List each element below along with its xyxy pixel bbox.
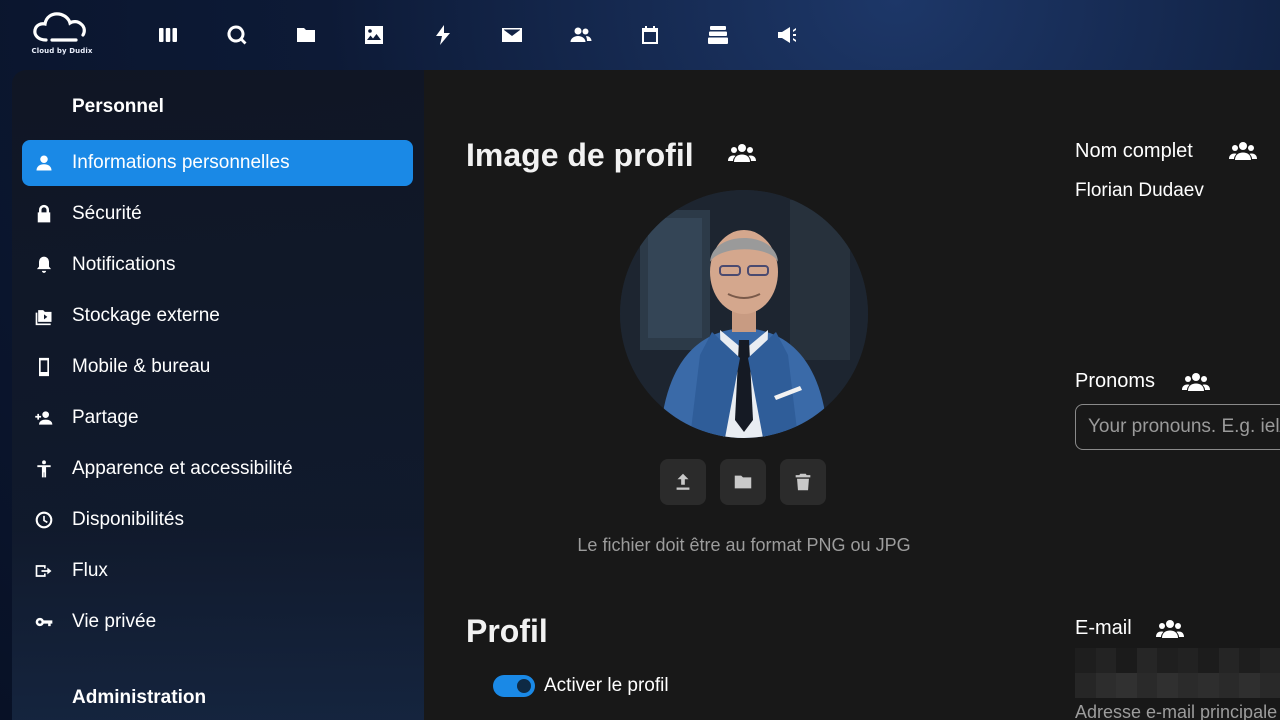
settings-sidebar: Personnel Informations personnelles Sécu… — [12, 70, 424, 720]
sidebar-item-notifications[interactable]: Notifications — [22, 242, 413, 288]
sidebar-item-label: Informations personnelles — [72, 152, 290, 173]
delete-avatar-button[interactable] — [780, 459, 826, 505]
contacts-icon[interactable] — [563, 17, 599, 53]
sidebar-section-administration: Administration — [72, 687, 207, 708]
folder-icon — [734, 475, 752, 489]
avatar-actions — [660, 459, 840, 505]
sidebar-item-label: Stockage externe — [72, 305, 220, 326]
activity-icon[interactable] — [425, 17, 461, 53]
sidebar-item-label: Disponibilités — [72, 509, 184, 530]
visibility-group-icon[interactable] — [728, 142, 756, 169]
sidebar-item-external-storage[interactable]: Stockage externe — [22, 293, 413, 339]
share-user-icon — [32, 406, 56, 430]
key-icon — [32, 610, 56, 634]
clock-icon — [32, 508, 56, 532]
mail-icon[interactable] — [494, 17, 530, 53]
sidebar-item-mobile-desktop[interactable]: Mobile & bureau — [22, 344, 413, 390]
email-helper-text: Adresse e-mail principale — [1075, 702, 1278, 720]
profile-picture-heading: Image de profil — [466, 137, 694, 173]
pronouns-input[interactable] — [1075, 404, 1280, 450]
email-label: E-mail — [1075, 617, 1132, 639]
top-header: Cloud by Dudix — [0, 0, 1280, 70]
phone-icon — [32, 355, 56, 379]
full-name-visibility-icon[interactable] — [1229, 140, 1257, 167]
dashboard-icon[interactable] — [150, 17, 186, 53]
external-storage-icon — [32, 304, 56, 328]
bell-icon — [32, 253, 56, 277]
app-navigation — [150, 17, 838, 53]
upload-icon — [676, 473, 690, 490]
deck-icon[interactable] — [700, 17, 736, 53]
sidebar-section-personal: Personnel — [72, 96, 164, 117]
accessibility-icon — [32, 457, 56, 481]
pronouns-visibility-icon[interactable] — [1182, 371, 1210, 398]
photos-icon[interactable] — [356, 17, 392, 53]
profile-heading: Profil — [466, 613, 548, 649]
file-format-hint: Le fichier doit être au format PNG ou JP… — [577, 535, 911, 555]
lock-icon — [32, 202, 56, 226]
sidebar-item-label: Sécurité — [72, 203, 142, 224]
announcements-icon[interactable] — [769, 17, 805, 53]
enable-profile-label: Activer le profil — [544, 675, 669, 696]
full-name-value[interactable]: Florian Dudaev — [1075, 180, 1204, 202]
files-icon[interactable] — [288, 17, 324, 53]
app-logo[interactable]: Cloud by Dudix — [28, 10, 96, 60]
logo-text: Cloud by Dudix — [31, 47, 93, 55]
enable-profile-toggle[interactable] — [493, 675, 535, 697]
sidebar-item-privacy[interactable]: Vie privée — [22, 599, 413, 645]
flow-icon — [32, 559, 56, 583]
upload-avatar-button[interactable] — [660, 459, 706, 505]
sidebar-item-flow[interactable]: Flux — [22, 548, 413, 594]
sidebar-item-label: Apparence et accessibilité — [72, 458, 293, 479]
person-icon — [32, 151, 56, 175]
sidebar-item-label: Flux — [72, 560, 108, 581]
sidebar-item-label: Notifications — [72, 254, 176, 275]
sidebar-item-sharing[interactable]: Partage — [22, 395, 413, 441]
sidebar-item-label: Vie privée — [72, 611, 157, 632]
calendar-icon[interactable] — [632, 17, 668, 53]
sidebar-item-label: Mobile & bureau — [72, 356, 211, 377]
main-content: Image de profil Le fichier doit être au … — [424, 70, 1280, 720]
pronouns-label: Pronoms — [1075, 370, 1156, 392]
sidebar-item-availability[interactable]: Disponibilités — [22, 497, 413, 543]
sidebar-item-security[interactable]: Sécurité — [22, 191, 413, 237]
profile-avatar[interactable] — [620, 190, 868, 438]
trash-icon — [795, 473, 811, 491]
email-input-redacted[interactable] — [1075, 648, 1280, 698]
choose-from-files-button[interactable] — [720, 459, 766, 505]
avatar-portrait-icon — [620, 190, 868, 438]
search-icon[interactable] — [219, 17, 255, 53]
full-name-label: Nom complet — [1075, 140, 1193, 162]
sidebar-item-personal-info[interactable]: Informations personnelles — [22, 140, 413, 186]
sidebar-item-appearance[interactable]: Apparence et accessibilité — [22, 446, 413, 492]
email-visibility-icon[interactable] — [1156, 618, 1184, 645]
settings-app: Personnel Informations personnelles Sécu… — [12, 70, 1280, 720]
sidebar-item-label: Partage — [72, 407, 139, 428]
cloud-logo-icon — [33, 12, 86, 42]
